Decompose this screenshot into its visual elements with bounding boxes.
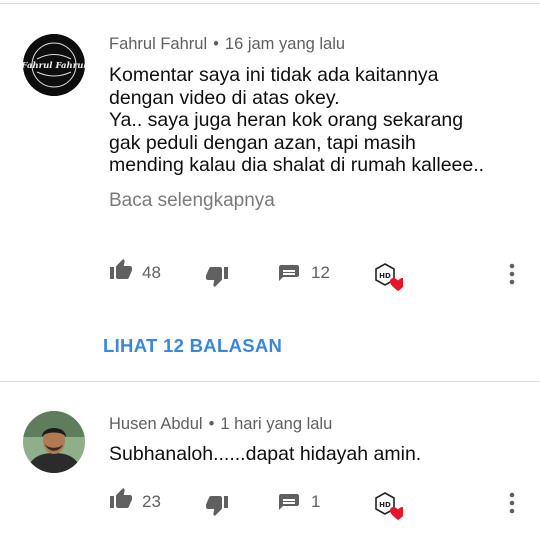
comment-meta: Husen Abdul • 1 hari yang lalu bbox=[109, 415, 332, 434]
thumb-up-icon[interactable] bbox=[108, 487, 134, 511]
comment-line: Subhanaloh......dapat hidayah amin. bbox=[109, 443, 422, 465]
meta-separator: • bbox=[213, 35, 219, 53]
like-count: 23 bbox=[142, 492, 161, 511]
like-count: 48 bbox=[142, 263, 161, 282]
avatar-text: Fahrul Fahrul bbox=[23, 61, 85, 71]
comment-line: mending kalau dia shalat di rumah kallee… bbox=[109, 154, 485, 176]
thumb-up-icon[interactable] bbox=[108, 258, 134, 282]
read-more-link[interactable]: Baca selengkapnya bbox=[109, 190, 275, 212]
top-divider bbox=[0, 3, 540, 4]
hd-heart-badge-icon: HD bbox=[375, 263, 403, 291]
more-vert-icon[interactable] bbox=[502, 491, 522, 515]
avatar-logo: Fahrul Fahrul bbox=[23, 34, 85, 96]
meta-separator: • bbox=[208, 415, 215, 433]
avatar-photo bbox=[23, 411, 85, 473]
comment-line: gak peduli dengan azan, tapi masih bbox=[109, 131, 416, 154]
comment-line: Komentar saya ini tidak ada kaitannya bbox=[109, 64, 439, 86]
reply-count: 12 bbox=[311, 263, 330, 282]
comment-divider bbox=[0, 381, 540, 382]
comment-text: Komentar saya ini tidak ada kaitannya de… bbox=[109, 64, 484, 177]
hd-heart-badge-icon: HD bbox=[375, 492, 403, 520]
comment-line: dengan video di atas okey. bbox=[109, 86, 340, 109]
reply-count: 1 bbox=[311, 492, 321, 511]
comment-text: Subhanaloh......dapat hidayah amin. bbox=[109, 443, 421, 466]
thumb-down-icon[interactable] bbox=[204, 493, 230, 517]
author-name[interactable]: Husen Abdul bbox=[109, 415, 203, 433]
comment-time: 1 hari yang lalu bbox=[220, 415, 333, 433]
comment-icon[interactable] bbox=[277, 492, 301, 516]
view-replies-button[interactable]: LIHAT 12 BALASAN bbox=[103, 335, 282, 357]
author-name[interactable]: Fahrul Fahrul bbox=[109, 35, 207, 53]
avatar[interactable] bbox=[23, 411, 85, 473]
avatar[interactable]: Fahrul Fahrul bbox=[23, 34, 85, 96]
comment-meta: Fahrul Fahrul • 16 jam yang lalu bbox=[109, 35, 345, 54]
svg-text:HD: HD bbox=[379, 272, 391, 280]
comment-time: 16 jam yang lalu bbox=[224, 35, 346, 53]
thumb-down-icon[interactable] bbox=[204, 264, 230, 288]
comment-icon[interactable] bbox=[277, 263, 301, 287]
comment-line: Ya.. saya juga heran kok orang sekarang bbox=[109, 109, 464, 131]
more-vert-icon[interactable] bbox=[502, 262, 522, 286]
svg-text:HD: HD bbox=[379, 501, 391, 509]
